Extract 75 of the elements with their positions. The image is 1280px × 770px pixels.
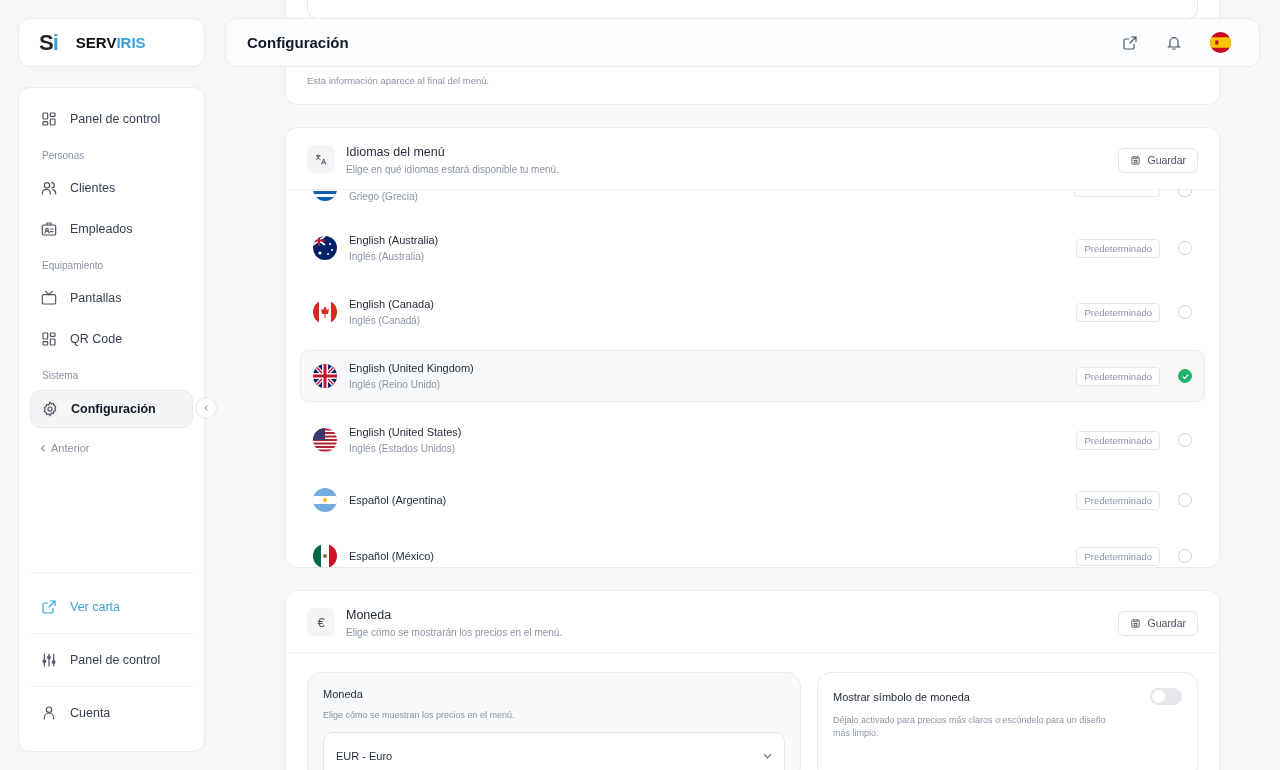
language-native-name: Inglés (Australia) [349,251,426,262]
id-card-icon [41,221,57,237]
check-icon [1180,371,1190,381]
save-button[interactable]: Guardar [1118,610,1198,636]
language-name: English (Canada) [349,298,435,310]
currency-select[interactable]: EUR - Euro [323,732,785,770]
language-native-name: Griego (Grecia) [349,191,419,202]
dashboard-icon [41,111,57,127]
chevron-down-icon [763,753,772,760]
sidebar-item[interactable]: Panel de control [30,101,193,137]
panel-hint: Elige cómo se muestran los precios en el menú. [323,709,516,722]
sidebar-item[interactable]: Configuración [30,390,193,428]
card-subtitle: Elige en qué idiomas estará disponible tu menú. [346,164,560,175]
card-subtitle: Elige cómo se mostrarán los precios en el menú. [346,627,564,638]
panel-hint: Déjalo activado para precios más claros o escóndelo para un diseño más limpio. [833,714,1107,741]
users-icon [41,180,57,196]
language-name: English (United Kingdom) [349,362,475,374]
language-native-name: Inglés (Estados Unidos) [349,443,457,454]
chevron-left-icon [203,404,209,412]
external-link-icon[interactable] [1122,34,1138,51]
panel-title: Moneda [323,688,364,700]
sidebar-item[interactable]: Panel de control [30,634,193,687]
bell-icon[interactable] [1166,34,1182,51]
language-row[interactable]: English (Canada) Inglés (Canadá) Predeterminado [300,286,1205,338]
sidebar-item[interactable]: Pantallas [30,280,193,316]
language-name: Español (Argentina) [349,494,448,506]
collapse-button[interactable] [195,397,217,419]
language-name: Español (México) [349,550,435,562]
flag-icon [313,488,337,512]
tv-icon [41,290,57,306]
section-label: Personas [41,149,86,163]
flag-icon [313,544,337,567]
sidebar-item[interactable]: Clientes [30,170,193,206]
language-row[interactable]: English (United States) Inglés (Estados Unidos) Predeterminado [300,414,1205,466]
language-row[interactable]: Español (Argentina) Predeterminado [300,478,1205,522]
language-row[interactable]: English (United Kingdom) Inglés (Reino Unido) Predeterminado [300,350,1205,402]
section-label: Sistema [41,369,80,383]
currency-icon: € [307,608,335,636]
save-icon [1130,154,1142,166]
sidebar-item[interactable]: QR Code [30,321,193,357]
language-row[interactable]: English (Australia) Inglés (Australia) Predeterminado [300,222,1205,274]
flag-icon [313,191,337,201]
flag-icon [313,428,337,452]
flag-icon [313,364,337,388]
page-title: Configuración [247,34,349,51]
translate-icon [307,145,335,173]
save-icon [1130,617,1142,629]
brand-name: SERVIRIS [75,34,146,51]
flag-icon[interactable] [1210,32,1231,53]
settings-icon [42,401,58,417]
default-button[interactable] [1074,190,1160,197]
panel-title: Mostrar símbolo de moneda [833,690,970,703]
flag-icon [313,300,337,324]
dashboard-icon [41,331,57,347]
user-icon [41,705,57,721]
sidebar-item[interactable]: Cuenta [30,687,193,739]
language-row[interactable]: Español (México) Predeterminado [300,534,1205,567]
save-button[interactable]: Guardar [1118,147,1198,173]
radio-button[interactable] [1178,369,1192,383]
logo-mark: Si [39,29,58,56]
flag-icon [313,236,337,260]
language-native-name: Inglés (Reino Unido) [349,379,442,390]
toggle-switch[interactable] [1150,688,1182,705]
language-native-name: Inglés (Canadá) [349,315,422,326]
section-label: Equipamiento [41,259,105,273]
chevron-left-icon [40,443,46,453]
card-title: Moneda [346,608,393,622]
card-title: Idiomas del menú [346,145,446,159]
language-name: English (Australia) [349,234,440,246]
hint-text: Esta información aparece al final del menú. [307,75,491,86]
sliders-icon [41,652,57,668]
external-link-icon [41,599,57,615]
sidebar-item[interactable]: Empleados [30,211,193,247]
language-name: English (United States) [349,426,463,438]
radio-button[interactable] [1178,190,1192,197]
